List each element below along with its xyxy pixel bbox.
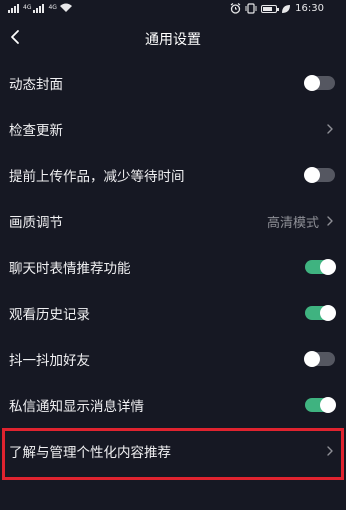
toggle-knob: [304, 75, 320, 91]
emoji-recommendation-toggle[interactable]: [305, 259, 336, 275]
dm-notification-details-toggle[interactable]: [305, 397, 336, 413]
alarm-icon: [230, 3, 241, 14]
setting-value: 高清模式: [266, 215, 319, 231]
setting-label: 检查更新: [9, 123, 63, 139]
network-type-label: 4G: [23, 4, 32, 11]
shake-add-friends-toggle[interactable]: [304, 351, 335, 367]
settings-list: 动态封面检查更新提前上传作品，减少等待时间 画质调节 高清模式聊天时表情推荐功能 观看…: [0, 60, 346, 474]
highlight-annotation-box: [2, 428, 344, 480]
status-bar: 4G 4G 16:30: [0, 0, 346, 18]
setting-row-dynamic-cover[interactable]: 动态封面: [0, 60, 346, 106]
signal-icon-2: [33, 3, 45, 13]
setting-row-emoji-recommendation[interactable]: 聊天时表情推荐功能: [0, 244, 346, 290]
nav-bar: 通用设置: [0, 20, 346, 56]
network-type-label-2: 4G: [48, 4, 57, 11]
vibrate-icon: [245, 3, 257, 14]
chevron-right-icon: [327, 216, 333, 226]
toggle-knob: [320, 305, 336, 321]
setting-label: 画质调节: [9, 215, 63, 231]
page-title: 通用设置: [145, 32, 201, 48]
early-upload-toggle[interactable]: [304, 167, 335, 183]
setting-row-check-update[interactable]: 检查更新: [0, 106, 346, 152]
setting-row-video-quality[interactable]: 画质调节 高清模式: [0, 198, 346, 244]
chevron-right-icon: [327, 124, 333, 134]
dynamic-cover-toggle[interactable]: [304, 75, 335, 91]
toggle-knob: [304, 167, 320, 183]
setting-label: 私信通知显示消息详情: [9, 399, 144, 415]
setting-label: 聊天时表情推荐功能: [9, 261, 131, 277]
setting-label: 提前上传作品，减少等待时间: [9, 169, 185, 185]
status-left: 4G 4G: [8, 3, 73, 13]
battery-icon: [261, 4, 280, 13]
setting-row-dm-notification-details[interactable]: 私信通知显示消息详情: [0, 382, 346, 428]
status-time: 16:30: [295, 3, 324, 14]
setting-row-watch-history[interactable]: 观看历史记录: [0, 290, 346, 336]
wifi-icon: [59, 3, 72, 12]
setting-row-early-upload[interactable]: 提前上传作品，减少等待时间: [0, 152, 346, 198]
toggle-knob: [304, 351, 320, 367]
leaf-icon: [282, 4, 291, 13]
setting-label: 观看历史记录: [9, 307, 90, 323]
status-right: 16:30: [230, 3, 324, 14]
signal-icon: [8, 3, 19, 13]
setting-label: 动态封面: [9, 77, 63, 93]
setting-label: 抖一抖加好友: [9, 353, 90, 369]
setting-row-shake-add-friends[interactable]: 抖一抖加好友: [0, 336, 346, 382]
watch-history-toggle[interactable]: [305, 305, 336, 321]
toggle-knob: [320, 259, 336, 275]
toggle-knob: [320, 397, 336, 413]
